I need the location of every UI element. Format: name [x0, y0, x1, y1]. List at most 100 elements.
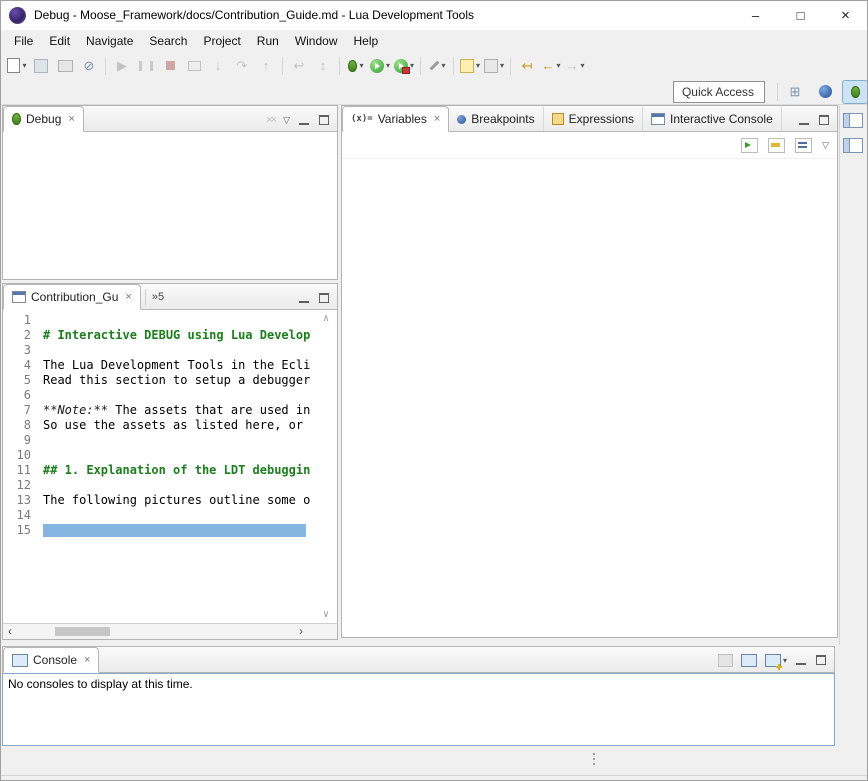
- maximize-view-icon[interactable]: [815, 655, 827, 666]
- horizontal-scrollbar[interactable]: ‹ ›: [3, 623, 337, 639]
- debug-button[interactable]: ▾: [344, 55, 368, 77]
- external-tools-button[interactable]: ▾: [392, 55, 416, 77]
- minimize-view-icon[interactable]: [798, 115, 810, 126]
- menu-help[interactable]: Help: [346, 32, 387, 50]
- print-button[interactable]: [53, 55, 77, 77]
- tab-breakpoints[interactable]: Breakpoints: [449, 107, 543, 131]
- debug-perspective-button[interactable]: [842, 80, 868, 104]
- close-icon[interactable]: ×: [68, 113, 74, 125]
- skip-all-breakpoints-button[interactable]: ⊘: [77, 55, 101, 77]
- last-edit-location-button[interactable]: ↤: [515, 55, 539, 77]
- step-into-button[interactable]: ↓: [206, 55, 230, 77]
- menu-edit[interactable]: Edit: [41, 32, 78, 50]
- editor-content[interactable]: 1 2# Interactive DEBUG using Lua Develop…: [3, 310, 337, 623]
- editor-line[interactable]: 2# Interactive DEBUG using Lua Develop: [3, 328, 337, 343]
- maximize-view-icon[interactable]: [818, 115, 830, 126]
- suspend-button[interactable]: [134, 55, 158, 77]
- menu-project[interactable]: Project: [195, 32, 248, 50]
- editor-line[interactable]: 8So use the assets as listed here, or: [3, 418, 337, 433]
- editor-line[interactable]: 14: [3, 508, 337, 523]
- run-button[interactable]: ▾: [368, 55, 392, 77]
- drop-to-frame-button[interactable]: ↩: [287, 55, 311, 77]
- new-button[interactable]: ▾: [5, 55, 29, 77]
- restored-view-icon-1[interactable]: [843, 113, 863, 128]
- tab-debug[interactable]: Debug ×: [3, 106, 84, 132]
- app-icon[interactable]: [9, 7, 26, 24]
- editor-line[interactable]: 13The following pictures outline some o: [3, 493, 337, 508]
- maximize-view-icon[interactable]: [318, 293, 330, 304]
- open-perspective-button[interactable]: ⊞: [782, 80, 808, 104]
- more-editors-chevron[interactable]: »5: [145, 289, 170, 305]
- editor-line[interactable]: 1: [3, 313, 337, 328]
- editor-line[interactable]: 7**Note:** The assets that are used in: [3, 403, 337, 418]
- maximize-view-icon[interactable]: [318, 115, 330, 126]
- chevron-down-icon[interactable]: ▾: [476, 62, 480, 70]
- terminate-button[interactable]: [158, 55, 182, 77]
- tab-contribution-guide[interactable]: Contribution_Gu ×: [3, 284, 141, 310]
- scroll-up-icon[interactable]: ∧: [323, 313, 329, 324]
- menu-window[interactable]: Window: [287, 32, 346, 50]
- editor-line[interactable]: 9: [3, 433, 337, 448]
- remove-all-terminated-icon[interactable]: ××: [266, 114, 275, 126]
- tab-console[interactable]: Console ×: [3, 647, 99, 673]
- chevron-down-icon[interactable]: ▾: [410, 62, 414, 70]
- new-wizard-button[interactable]: ▾: [458, 55, 482, 77]
- collapse-all-icon[interactable]: [795, 138, 812, 153]
- restored-view-icon-2[interactable]: [843, 138, 863, 153]
- wand-button[interactable]: ▾: [425, 55, 449, 77]
- menu-navigate[interactable]: Navigate: [78, 32, 141, 50]
- step-over-button[interactable]: ↷: [230, 55, 254, 77]
- resume-button[interactable]: ▶: [110, 55, 134, 77]
- scrollbar-thumb[interactable]: [55, 627, 110, 636]
- forward-button[interactable]: →▾: [563, 55, 587, 77]
- chevron-down-icon[interactable]: ▾: [557, 62, 561, 70]
- close-icon[interactable]: ×: [125, 291, 131, 303]
- console-output-area[interactable]: No consoles to display at this time.: [2, 673, 835, 746]
- editor-presentation-button[interactable]: ▾: [482, 55, 506, 77]
- quick-access-field[interactable]: Quick Access: [673, 81, 765, 103]
- minimize-view-icon[interactable]: [298, 115, 310, 126]
- close-icon[interactable]: ×: [434, 113, 440, 125]
- menu-run[interactable]: Run: [249, 32, 287, 50]
- menu-search[interactable]: Search: [141, 32, 195, 50]
- back-button[interactable]: ←▾: [539, 55, 563, 77]
- minimize-button[interactable]: –: [733, 0, 778, 30]
- scroll-right-icon[interactable]: ›: [299, 624, 303, 638]
- maximize-button[interactable]: □: [778, 0, 823, 30]
- step-return-button[interactable]: ↑: [254, 55, 278, 77]
- close-icon[interactable]: ×: [84, 654, 90, 666]
- editor-line[interactable]: 5Read this section to setup a debugger: [3, 373, 337, 388]
- save-button[interactable]: [29, 55, 53, 77]
- lua-perspective-button[interactable]: [812, 80, 838, 104]
- chevron-down-icon[interactable]: ▾: [359, 62, 363, 70]
- editor-line[interactable]: 4The Lua Development Tools in the Ecli: [3, 358, 337, 373]
- show-logical-structure-icon[interactable]: [741, 138, 758, 153]
- view-menu-icon[interactable]: ▽: [283, 115, 290, 126]
- open-console-button[interactable]: ▾: [765, 654, 787, 667]
- editor-line[interactable]: 3: [3, 343, 337, 358]
- menu-file[interactable]: File: [6, 32, 41, 50]
- clear-console-icon[interactable]: [718, 654, 733, 667]
- use-step-filters-button[interactable]: ↕: [311, 55, 335, 77]
- chevron-down-icon[interactable]: ▾: [500, 62, 504, 70]
- editor-line[interactable]: 10: [3, 448, 337, 463]
- chevron-down-icon[interactable]: ▾: [442, 62, 446, 70]
- tab-interactive-console[interactable]: Interactive Console: [643, 107, 782, 131]
- display-selected-console-icon[interactable]: [741, 654, 757, 667]
- editor-line[interactable]: 12: [3, 478, 337, 493]
- show-type-names-icon[interactable]: [768, 138, 785, 153]
- editor-line[interactable]: 6: [3, 388, 337, 403]
- editor-line-selected[interactable]: 15: [3, 523, 337, 538]
- view-menu-icon[interactable]: ▽: [822, 140, 829, 151]
- chevron-down-icon[interactable]: ▾: [22, 62, 26, 70]
- debug-view-content[interactable]: [3, 132, 337, 279]
- minimize-view-icon[interactable]: [795, 655, 807, 666]
- disconnect-button[interactable]: [182, 55, 206, 77]
- close-button[interactable]: ×: [823, 0, 868, 30]
- minimize-view-icon[interactable]: [298, 293, 310, 304]
- chevron-down-icon[interactable]: ▾: [386, 62, 390, 70]
- chevron-down-icon[interactable]: ▾: [783, 657, 787, 665]
- tab-expressions[interactable]: Expressions: [544, 107, 643, 131]
- resize-grip[interactable]: [592, 753, 596, 765]
- variables-content[interactable]: ▽: [342, 132, 837, 637]
